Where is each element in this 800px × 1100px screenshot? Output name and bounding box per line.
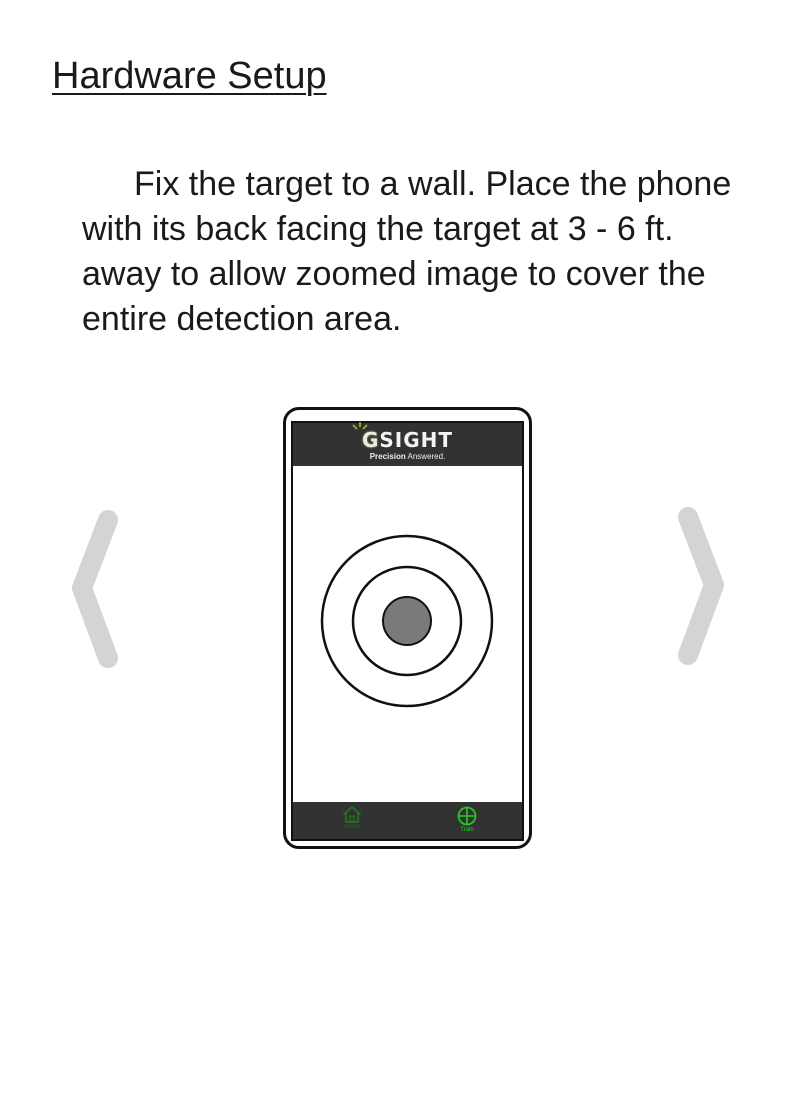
gsight-logo: GSIGHT <box>361 428 454 452</box>
app-tab-bar: Home Train <box>293 802 522 839</box>
tab-home: Home <box>322 806 382 831</box>
target-illustration <box>293 466 522 800</box>
tab-train: Train <box>437 806 497 834</box>
previous-page-button[interactable] <box>64 508 124 675</box>
phone-screen: GSIGHT Precision Answered. Home Train <box>291 421 524 841</box>
page-title: Hardware Setup <box>52 55 327 97</box>
setup-instructions: Fix the target to a wall. Place the phon… <box>82 165 732 338</box>
next-page-button[interactable] <box>668 505 728 672</box>
crosshair-icon <box>457 806 477 826</box>
bullseye-target <box>320 534 494 708</box>
chevron-right-icon <box>678 507 724 665</box>
logo-tagline: Precision Answered. <box>369 452 446 461</box>
home-icon <box>343 806 361 823</box>
chevron-left-icon <box>72 510 118 668</box>
app-header: GSIGHT Precision Answered. <box>293 422 522 466</box>
phone-illustration: GSIGHT Precision Answered. Home Train <box>283 407 532 849</box>
